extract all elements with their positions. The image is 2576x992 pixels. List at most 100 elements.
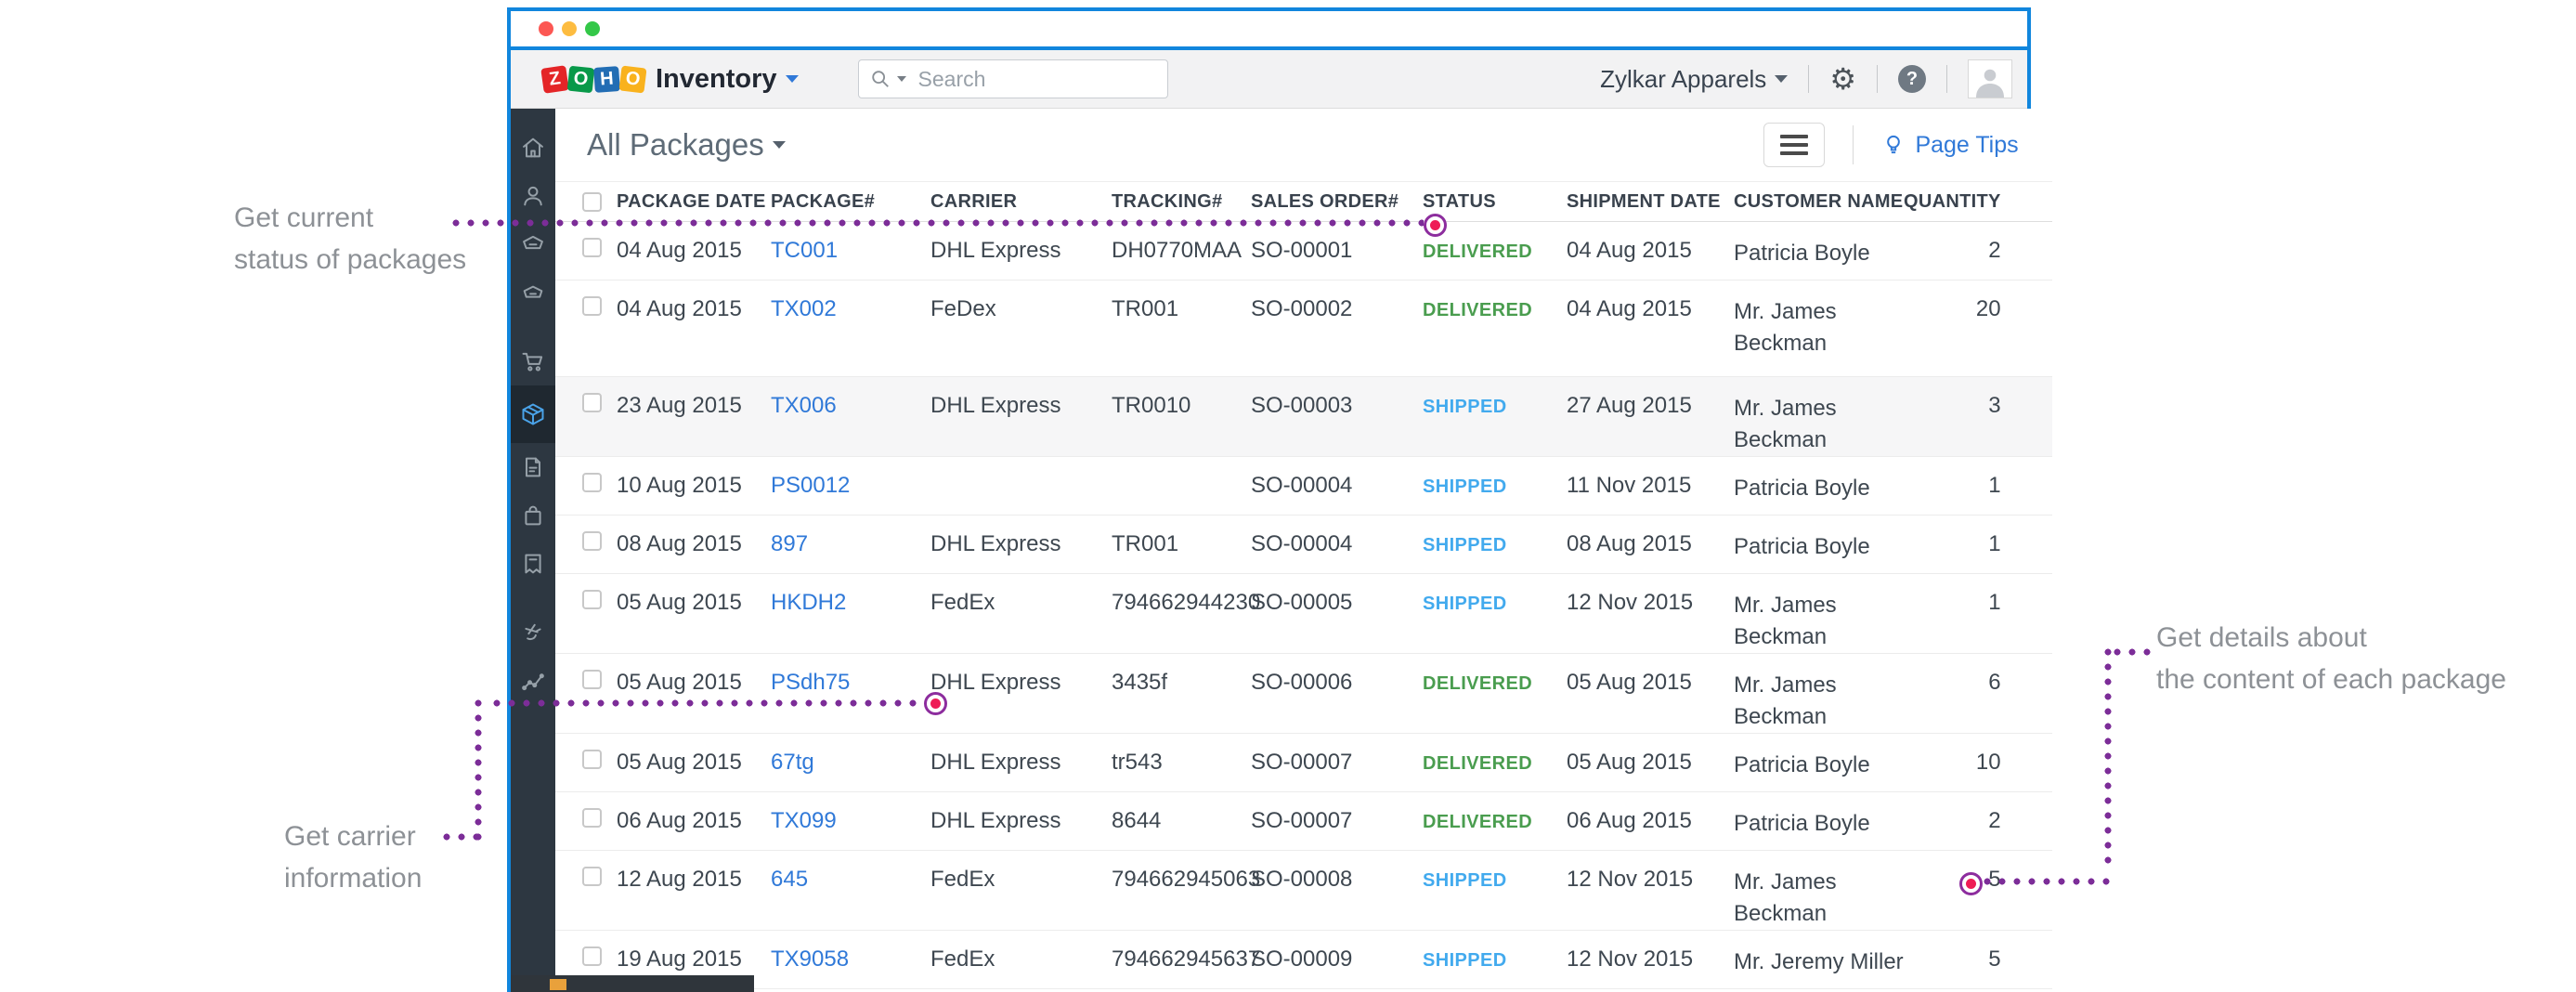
sidebar-item-home[interactable] (511, 124, 555, 172)
row-checkbox[interactable] (582, 531, 602, 551)
cutoff-footer-bar (511, 975, 754, 992)
org-name[interactable]: Zylkar Apparels (1600, 65, 1766, 94)
package-number-link[interactable]: 67tg (771, 750, 814, 775)
logo-letter: O (567, 65, 595, 93)
zoho-inventory-logo[interactable]: Z O H O Inventory (542, 64, 799, 95)
col-customer-name[interactable]: CUSTOMER NAME (1734, 186, 1904, 217)
cell-tracking: 3435f (1112, 670, 1251, 696)
table-row[interactable]: 23 Aug 2015 TX006 DHL Express TR0010 SO-… (555, 377, 2052, 457)
zoom-window-icon[interactable] (585, 21, 600, 36)
select-all-checkbox[interactable] (582, 192, 602, 212)
search-input[interactable]: Search (858, 59, 1168, 98)
package-number-link[interactable]: TX099 (771, 808, 837, 833)
table-row[interactable]: 04 Aug 2015 TX002 FeDex TR001 SO-00002 D… (555, 281, 2052, 377)
table-row[interactable]: 06 Aug 2015 TX099 DHL Express 8644 SO-00… (555, 792, 2052, 851)
note-carrier: Get carrier information (284, 816, 422, 899)
org-chevron-down-icon[interactable] (1775, 75, 1788, 83)
package-number-link[interactable]: TX9058 (771, 946, 849, 972)
settings-gear-icon[interactable]: ⚙ (1829, 64, 1856, 94)
table-row[interactable]: 12 Aug 2015 645 FedEx 794662945063 SO-00… (555, 851, 2052, 931)
package-number-link[interactable]: 645 (771, 867, 808, 892)
cell-tracking: 794662945637 (1112, 946, 1251, 972)
cell-sales-order: SO-00004 (1251, 531, 1423, 557)
col-package-date[interactable]: PACKAGE DATE (617, 191, 771, 213)
package-number-link[interactable]: TX006 (771, 393, 837, 418)
table-row[interactable]: 05 Aug 2015 67tg DHL Express tr543 SO-00… (555, 734, 2052, 792)
home-icon (520, 135, 546, 161)
package-number-link[interactable]: HKDH2 (771, 590, 846, 615)
row-checkbox[interactable] (582, 238, 602, 257)
cell-shipment-date: 04 Aug 2015 (1567, 238, 1734, 264)
table-row[interactable]: 05 Aug 2015 HKDH2 FedEx 794662944230 SO-… (555, 574, 2052, 654)
package-number-link[interactable]: 897 (771, 531, 808, 556)
cell-sales-order: SO-00008 (1251, 867, 1423, 893)
package-number-link[interactable]: PSdh75 (771, 670, 850, 695)
list-menu-button[interactable] (1763, 123, 1825, 167)
page-tips-button[interactable]: Page Tips (1881, 132, 2018, 159)
sidebar-item-item-groups[interactable] (511, 268, 555, 317)
cell-quantity: 3 (1904, 393, 2052, 419)
sidebar-item-invoices[interactable] (511, 443, 555, 491)
table-row[interactable]: 05 Aug 2015 PSdh75 DHL Express 3435f SO-… (555, 654, 2052, 734)
callout-marker-carrier (924, 692, 947, 715)
package-number-link[interactable]: TX002 (771, 296, 837, 321)
cell-package-date: 04 Aug 2015 (617, 238, 771, 264)
cell-tracking: 8644 (1112, 808, 1251, 834)
table-row[interactable]: 08 Aug 2015 897 DHL Express TR001 SO-000… (555, 516, 2052, 574)
chevron-down-icon (786, 75, 799, 83)
help-icon[interactable]: ? (1898, 65, 1926, 93)
row-checkbox[interactable] (582, 590, 602, 609)
row-checkbox[interactable] (582, 867, 602, 886)
row-checkbox[interactable] (582, 473, 602, 492)
cell-package-date: 12 Aug 2015 (617, 867, 771, 893)
page-title-chevron-icon[interactable] (773, 141, 786, 149)
row-checkbox[interactable] (582, 946, 602, 966)
sidebar-item-reports[interactable] (511, 657, 555, 705)
row-checkbox[interactable] (582, 808, 602, 828)
cell-shipment-date: 04 Aug 2015 (1567, 296, 1734, 322)
sidebar-item-packages[interactable] (511, 385, 555, 443)
table-row[interactable]: 10 Aug 2015 PS0012 SO-00004 SHIPPED 11 N… (555, 457, 2052, 516)
sidebar-item-contacts[interactable] (511, 172, 555, 220)
cell-quantity: 5 (1904, 946, 2052, 972)
table-row[interactable]: 19 Aug 2015 TX9058 FedEx 794662945637 SO… (555, 931, 2052, 989)
col-carrier[interactable]: CARRIER (930, 191, 1112, 213)
cell-carrier: DHL Express (930, 750, 1112, 776)
sidebar-nav (511, 109, 555, 992)
cell-sales-order: SO-00001 (1251, 238, 1423, 264)
cell-carrier: DHL Express (930, 238, 1112, 264)
row-checkbox[interactable] (582, 296, 602, 316)
cell-quantity: 20 (1904, 296, 2052, 322)
col-package-no[interactable]: PACKAGE# (771, 191, 930, 213)
close-window-icon[interactable] (539, 21, 553, 36)
package-number-link[interactable]: PS0012 (771, 473, 850, 498)
cell-customer-name: Mr. James Beckman (1734, 670, 1904, 733)
dotted-line-carrier-b (475, 699, 482, 841)
basket-icon (520, 231, 546, 257)
row-checkbox[interactable] (582, 750, 602, 769)
logo-letter: H (593, 66, 620, 93)
sidebar-item-items[interactable] (511, 220, 555, 268)
search-scope-chevron-icon[interactable] (897, 76, 906, 82)
col-shipment-date[interactable]: SHIPMENT DATE (1567, 191, 1734, 213)
minimize-window-icon[interactable] (562, 21, 577, 36)
col-tracking[interactable]: TRACKING# (1112, 191, 1251, 213)
row-checkbox[interactable] (582, 670, 602, 689)
sidebar-item-purchases[interactable] (511, 491, 555, 540)
cell-tracking: TR0010 (1112, 393, 1251, 419)
sidebar-item-price-lists[interactable] (511, 540, 555, 588)
cell-sales-order: SO-00007 (1251, 750, 1423, 776)
page-title[interactable]: All Packages (587, 127, 764, 163)
row-checkbox[interactable] (582, 393, 602, 412)
col-quantity[interactable]: QUANTITY (1904, 191, 2052, 213)
sidebar-item-sales-orders[interactable] (511, 337, 555, 385)
sidebar-item-integrations[interactable] (511, 608, 555, 657)
table-row[interactable]: 04 Aug 2015 TC001 DHL Express DH0770MAA … (555, 222, 2052, 281)
col-status[interactable]: STATUS (1423, 191, 1567, 213)
page-toolbar: All Packages Page Tips (555, 109, 2052, 181)
user-avatar[interactable] (1968, 59, 2012, 98)
chart-icon (520, 668, 546, 694)
col-sales-order[interactable]: SALES ORDER# (1251, 191, 1423, 213)
package-number-link[interactable]: TC001 (771, 238, 838, 263)
cell-shipment-date: 05 Aug 2015 (1567, 750, 1734, 776)
